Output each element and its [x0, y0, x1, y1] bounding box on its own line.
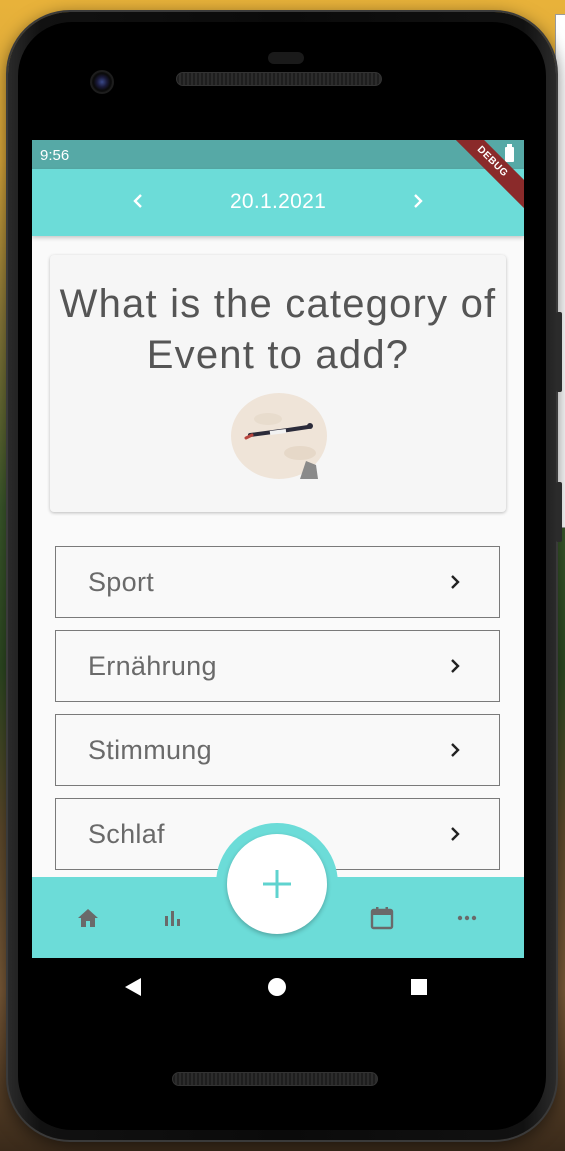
desktop-side-panel — [555, 14, 565, 528]
calendar-icon — [370, 907, 394, 930]
volume-button — [556, 312, 562, 392]
add-event-button[interactable] — [227, 834, 327, 934]
nav-calendar-button[interactable] — [369, 905, 395, 931]
bar-chart-icon — [165, 911, 180, 926]
chevron-right-icon — [414, 194, 423, 208]
chevron-right-icon — [451, 575, 460, 589]
flying-person-illustration — [231, 393, 327, 479]
system-navigation-bar — [32, 958, 524, 1014]
current-date: 20.1.2021 — [229, 190, 327, 213]
chevron-right-icon — [451, 659, 460, 673]
question-card: What is the category of Event to add? — [50, 255, 506, 512]
nav-more-button[interactable] — [454, 905, 480, 931]
category-item-stimmung[interactable]: Stimmung — [55, 714, 500, 786]
recents-square-icon[interactable] — [409, 976, 429, 998]
add-icon — [263, 870, 291, 898]
chevron-right-icon — [451, 827, 460, 841]
category-label: Schlaf — [88, 818, 165, 849]
status-time: 9:56 — [40, 147, 70, 164]
category-label: Stimmung — [88, 734, 212, 765]
category-label: Ernährung — [88, 650, 217, 681]
app-screen: 9:56 20.1.2021 DEBUG What is the categor… — [32, 140, 524, 958]
nav-statistics-button[interactable] — [160, 905, 186, 931]
front-camera — [90, 70, 114, 94]
back-icon[interactable] — [123, 976, 143, 998]
question-title: What is the category of Event to add? — [59, 282, 497, 377]
battery-full-icon — [505, 144, 514, 162]
category-item-ernaehrung[interactable]: Ernährung — [55, 630, 500, 702]
home-icon — [78, 909, 98, 927]
category-label: Sport — [88, 566, 155, 597]
top-speaker — [176, 72, 382, 86]
app-bar: 20.1.2021 — [32, 169, 524, 236]
nav-home-button[interactable] — [75, 905, 101, 931]
power-button — [556, 482, 562, 542]
sensor — [268, 52, 304, 64]
next-day-button[interactable] — [406, 189, 430, 213]
home-circle-icon[interactable] — [267, 976, 287, 998]
status-bar: 9:56 — [32, 140, 524, 169]
bottom-speaker — [172, 1072, 378, 1086]
category-item-sport[interactable]: Sport — [55, 546, 500, 618]
more-horiz-icon — [457, 915, 477, 921]
chevron-right-icon — [451, 743, 460, 757]
